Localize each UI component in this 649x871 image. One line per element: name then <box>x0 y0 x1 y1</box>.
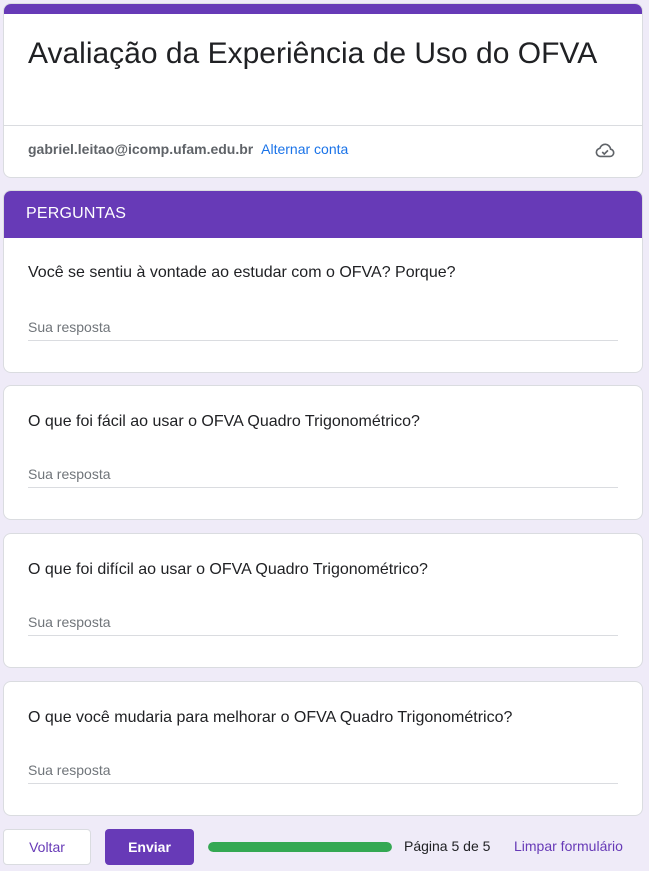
answer-input[interactable] <box>28 462 618 486</box>
answer-field <box>28 315 618 341</box>
account-email: gabriel.leitao@icomp.ufam.edu.br <box>28 141 254 157</box>
form-title: Avaliação da Experiência de Uso do OFVA <box>28 37 598 70</box>
question-card: O que foi fácil ao usar o OFVA Quadro Tr… <box>3 385 643 520</box>
question-card: O que você mudaria para melhorar o OFVA … <box>3 681 643 816</box>
back-button[interactable]: Voltar <box>3 829 91 865</box>
answer-input[interactable] <box>28 758 618 782</box>
progress-bar <box>208 842 392 852</box>
submit-button[interactable]: Enviar <box>105 829 194 865</box>
section-header: PERGUNTAS <box>4 191 642 238</box>
cloud-check-icon <box>595 143 615 158</box>
answer-field <box>28 758 618 784</box>
switch-account-link[interactable]: Alternar conta <box>261 141 348 157</box>
clear-form-button[interactable]: Limpar formulário <box>514 838 623 854</box>
answer-input[interactable] <box>28 610 618 634</box>
account-row: gabriel.leitao@icomp.ufam.edu.br Alterna… <box>28 141 348 157</box>
question-card: O que foi difícil ao usar o OFVA Quadro … <box>3 533 643 668</box>
question-title: O que foi difícil ao usar o OFVA Quadro … <box>28 561 428 578</box>
question-title: O que você mudaria para melhorar o OFVA … <box>28 709 513 726</box>
page-indicator: Página 5 de 5 <box>404 838 491 854</box>
form-header-card: Avaliação da Experiência de Uso do OFVA … <box>3 3 643 178</box>
question-title: O que foi fácil ao usar o OFVA Quadro Tr… <box>28 413 420 430</box>
answer-field <box>28 610 618 636</box>
answer-field <box>28 462 618 488</box>
answer-input[interactable] <box>28 315 618 339</box>
section-card: PERGUNTAS Você se sentiu à vontade ao es… <box>3 190 643 373</box>
header-accent-stripe <box>4 4 642 14</box>
progress-fill <box>208 842 392 852</box>
question-title: Você se sentiu à vontade ao estudar com … <box>28 264 456 281</box>
header-divider <box>4 125 642 126</box>
